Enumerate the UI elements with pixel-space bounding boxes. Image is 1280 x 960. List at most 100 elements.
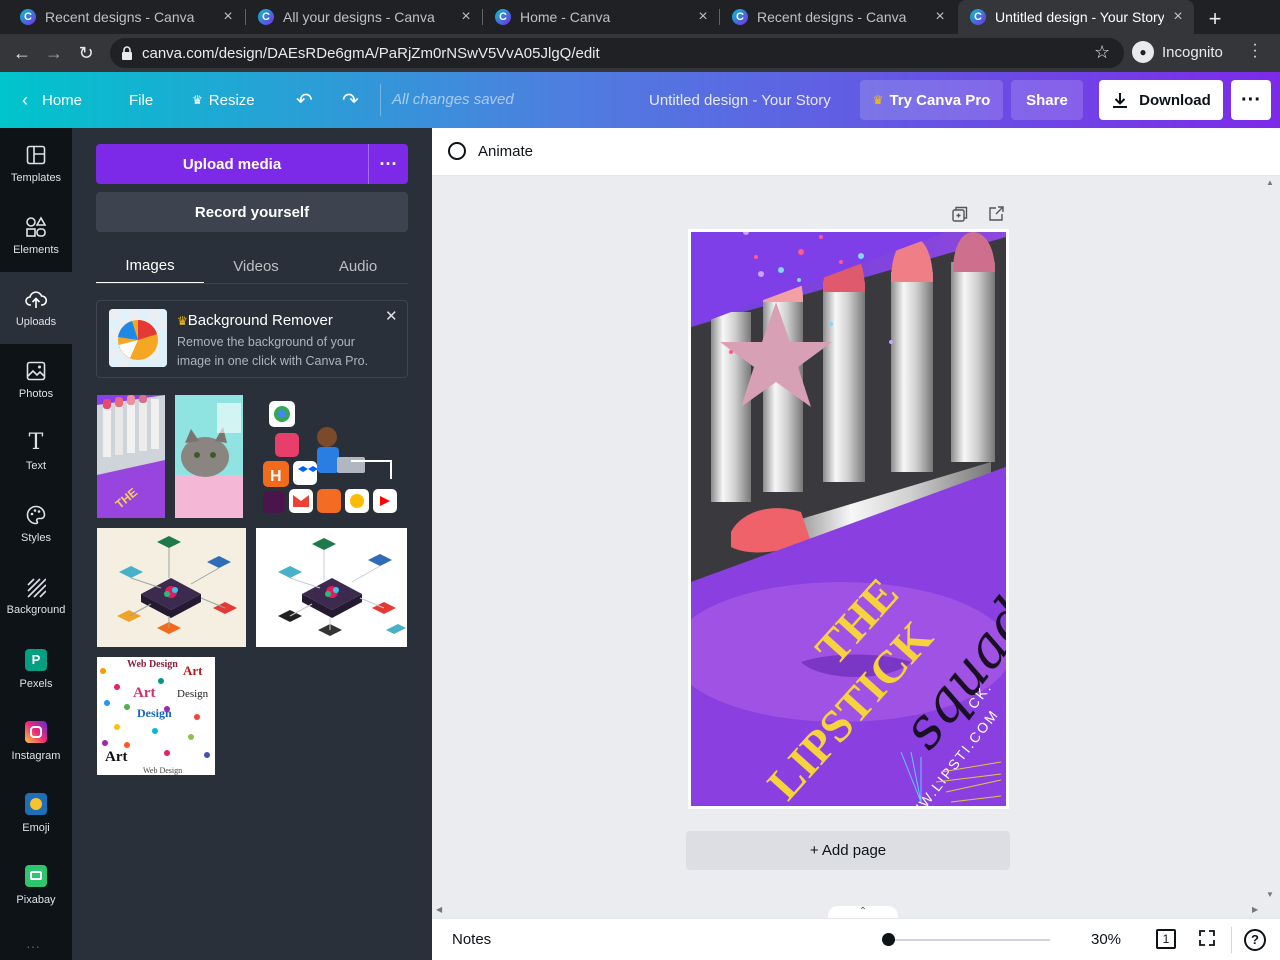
background-remover-promo[interactable]: ♛Background Remover Remove the backgroun… bbox=[96, 300, 408, 378]
new-tab-button[interactable]: + bbox=[1204, 6, 1226, 32]
tab-title: Home - Canva bbox=[520, 9, 611, 25]
share-button[interactable]: Share bbox=[1011, 80, 1083, 120]
editor-header: ‹ Home File ♛ Resize ↶ ↷ All changes sav… bbox=[0, 72, 1280, 128]
rail-label: Elements bbox=[13, 244, 59, 256]
document-title[interactable]: Untitled design - Your Story bbox=[649, 92, 831, 109]
upload-thumbnail-web-design[interactable]: Web Design Art Art Design Design Art Web… bbox=[97, 657, 215, 775]
close-tab-icon[interactable]: × bbox=[695, 8, 711, 26]
styles-icon bbox=[26, 505, 46, 525]
upload-thumbnail-isometric-white[interactable] bbox=[256, 528, 407, 647]
rail-item-uploads[interactable]: Uploads bbox=[0, 272, 72, 344]
close-tab-icon[interactable]: × bbox=[932, 8, 948, 26]
emoji-icon bbox=[25, 792, 47, 815]
lock-icon bbox=[122, 46, 132, 60]
upload-thumbnail-isometric-beige[interactable] bbox=[97, 528, 246, 647]
crown-icon: ♛ bbox=[872, 93, 884, 107]
duplicate-page-icon[interactable] bbox=[952, 206, 968, 222]
pixabay-icon bbox=[25, 864, 47, 887]
svg-text:Art: Art bbox=[133, 685, 156, 701]
add-page-button[interactable]: + Add page bbox=[686, 831, 1010, 870]
redo-icon[interactable]: ↷ bbox=[342, 72, 359, 128]
rail-item-photos[interactable]: Photos bbox=[0, 344, 72, 416]
bookmark-star-icon[interactable]: ☆ bbox=[1094, 42, 1110, 63]
crown-icon: ♛ bbox=[192, 93, 203, 107]
notes-button[interactable]: Notes bbox=[452, 931, 491, 948]
close-tab-icon[interactable]: × bbox=[1170, 8, 1186, 26]
tab-audio[interactable]: Audio bbox=[308, 248, 408, 284]
tab-title: Untitled design - Your Story bbox=[995, 9, 1164, 25]
home-label: Home bbox=[42, 91, 83, 109]
scroll-down-icon[interactable]: ▼ bbox=[1266, 890, 1274, 899]
upload-thumbnail-app-icons[interactable]: H bbox=[253, 395, 408, 518]
resize-button[interactable]: ♛ Resize bbox=[192, 72, 255, 128]
undo-icon[interactable]: ↶ bbox=[296, 72, 313, 128]
tab-title: All your designs - Canva bbox=[283, 9, 435, 25]
help-button[interactable]: ? bbox=[1244, 929, 1266, 951]
chevron-left-icon: ‹ bbox=[22, 89, 28, 110]
rail-item-text[interactable]: T Text bbox=[0, 416, 72, 488]
fullscreen-icon[interactable] bbox=[1198, 929, 1216, 947]
rail-label: Uploads bbox=[15, 316, 57, 328]
file-menu-button[interactable]: File bbox=[129, 72, 153, 128]
upload-thumbnail-lipstick[interactable]: THE bbox=[97, 395, 165, 518]
rail-item-pixabay[interactable]: Pixabay bbox=[0, 849, 72, 921]
rail-item-instagram[interactable]: Instagram bbox=[0, 705, 72, 777]
zoom-level[interactable]: 30% bbox=[1091, 931, 1121, 948]
browser-tab[interactable]: C Home - Canva × bbox=[483, 0, 719, 34]
tab-title: Recent designs - Canva bbox=[757, 9, 907, 25]
close-tab-icon[interactable]: × bbox=[220, 8, 236, 26]
incognito-indicator[interactable]: ● Incognito bbox=[1132, 41, 1223, 63]
back-icon[interactable]: ← bbox=[10, 41, 34, 65]
save-status: All changes saved bbox=[392, 91, 514, 108]
tab-images[interactable]: Images bbox=[96, 248, 204, 284]
canva-favicon-icon: C bbox=[970, 9, 986, 25]
browser-tab[interactable]: C Recent designs - Canva × bbox=[720, 0, 956, 34]
scroll-left-icon[interactable]: ◀ bbox=[436, 905, 442, 914]
pexels-icon: P bbox=[25, 648, 47, 671]
try-canva-pro-button[interactable]: ♛ Try Canva Pro bbox=[860, 80, 1003, 120]
home-button[interactable]: ‹ Home bbox=[22, 72, 82, 128]
upload-media-button[interactable]: Upload media bbox=[96, 144, 368, 184]
templates-icon bbox=[26, 145, 46, 165]
rail-item-styles[interactable]: Styles bbox=[0, 488, 72, 560]
design-page[interactable]: THE LIPSTICK squad WWW.LIPSTI.COM CK. bbox=[691, 232, 1006, 806]
rail-label: Photos bbox=[18, 388, 54, 400]
close-icon[interactable]: ✕ bbox=[385, 307, 398, 325]
record-yourself-button[interactable]: Record yourself bbox=[96, 192, 408, 232]
zoom-slider-track[interactable] bbox=[888, 939, 1050, 941]
upload-thumbnail-cat[interactable] bbox=[175, 395, 243, 518]
rail-item-background[interactable]: Background bbox=[0, 560, 72, 632]
show-pages-toggle[interactable]: ⌃ bbox=[828, 906, 898, 918]
browser-menu-icon[interactable]: · · · bbox=[1250, 37, 1260, 65]
browser-tab[interactable]: C Recent designs - Canva × bbox=[8, 0, 244, 34]
editor-footer: Notes 30% 1 ? bbox=[432, 918, 1280, 960]
page-count-button[interactable]: 1 bbox=[1156, 929, 1176, 949]
browser-tab[interactable]: C All your designs - Canva × bbox=[246, 0, 482, 34]
tab-videos[interactable]: Videos bbox=[204, 248, 308, 284]
rail-item-templates[interactable]: Templates bbox=[0, 128, 72, 200]
close-tab-icon[interactable]: × bbox=[458, 8, 474, 26]
crown-icon: ♛ bbox=[177, 314, 188, 328]
scroll-right-icon[interactable]: ▶ bbox=[1252, 905, 1258, 914]
rail-item-pexels[interactable]: P Pexels bbox=[0, 633, 72, 705]
elements-icon bbox=[26, 216, 47, 237]
add-page-icon[interactable] bbox=[988, 206, 1004, 222]
browser-toolbar: ← → ↻ canva.com/design/DAEsRDe6gmA/PaRjZ… bbox=[0, 34, 1280, 72]
rail-item-elements[interactable]: Elements bbox=[0, 200, 72, 272]
animate-button[interactable]: Animate bbox=[448, 142, 533, 160]
upload-media-button-group: Upload media ··· bbox=[96, 144, 408, 184]
svg-text:Web Design: Web Design bbox=[143, 766, 182, 775]
rail-item-emoji[interactable]: Emoji bbox=[0, 777, 72, 849]
forward-icon[interactable]: → bbox=[42, 41, 66, 65]
download-button[interactable]: Download bbox=[1099, 80, 1223, 120]
more-apps-icon[interactable]: ··· bbox=[26, 938, 40, 954]
browser-tab-active[interactable]: C Untitled design - Your Story × bbox=[958, 0, 1194, 34]
resize-label: Resize bbox=[208, 91, 255, 109]
upload-options-icon[interactable]: ··· bbox=[368, 144, 408, 184]
address-bar[interactable]: canva.com/design/DAEsRDe6gmA/PaRjZm0rNSw… bbox=[110, 38, 1124, 68]
beach-ball-image bbox=[109, 309, 167, 367]
more-options-button[interactable]: ··· bbox=[1231, 80, 1271, 120]
scroll-up-icon[interactable]: ▲ bbox=[1266, 178, 1274, 187]
reload-icon[interactable]: ↻ bbox=[74, 41, 98, 65]
zoom-slider-handle[interactable] bbox=[882, 933, 895, 946]
